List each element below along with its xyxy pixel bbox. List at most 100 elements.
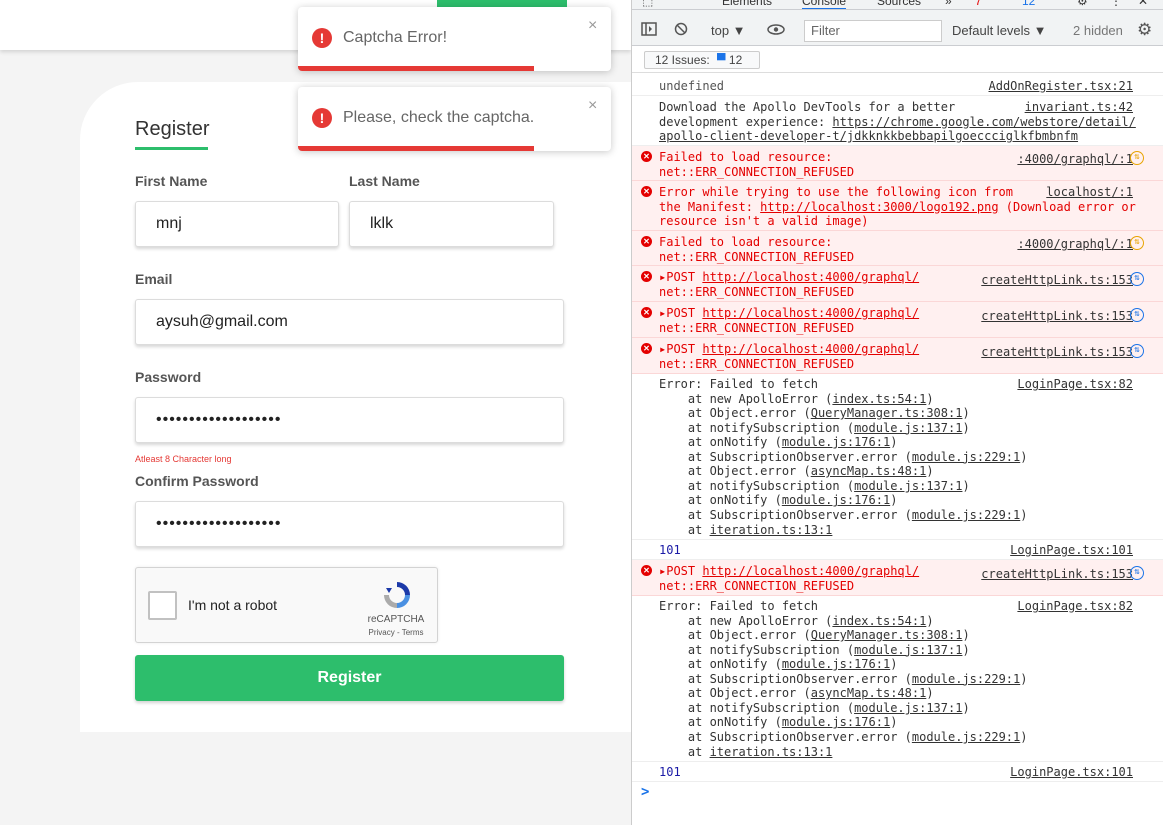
console-prompt-icon[interactable]: > (641, 784, 649, 800)
stack-frame-link[interactable]: module.js:176:1 (782, 435, 890, 449)
source-link[interactable]: :4000/graphql/:1 (1017, 237, 1133, 252)
error-icon: ! (312, 108, 332, 128)
toast-check-captcha: ! Please, check the captcha. × (298, 87, 611, 151)
error-count-badge[interactable]: 7 (975, 0, 982, 8)
source-link[interactable]: LoginPage.tsx:82 (1017, 599, 1133, 614)
close-icon[interactable]: × (588, 17, 597, 35)
source-link[interactable]: LoginPage.tsx:82 (1017, 377, 1133, 392)
confirm-password-input[interactable]: ••••••••••••••••••• (135, 501, 564, 547)
stack-frame: at Object.error (asyncMap.ts:48:1) (659, 464, 934, 479)
sidebar-toggle-icon[interactable] (641, 22, 657, 36)
source-link[interactable]: invariant.ts:42 (1025, 100, 1133, 115)
stack-frame-link[interactable]: module.js:176:1 (782, 715, 890, 729)
source-link[interactable]: createHttpLink.ts:153 (981, 309, 1133, 324)
stack-frame-link[interactable]: module.js:229:1 (912, 730, 1020, 744)
message-text: Error while trying to use the following … (659, 185, 1014, 199)
message-text: net::ERR_CONNECTION_REFUSED (659, 320, 855, 335)
network-icon[interactable]: ⇅ (1130, 308, 1144, 322)
stack-frame-link[interactable]: index.ts:54:1 (832, 392, 926, 406)
stack-frame-link[interactable]: QueryManager.ts:308:1 (811, 628, 963, 642)
toast-progress-bar (298, 146, 534, 151)
stack-frame-link[interactable]: module.js:137:1 (854, 479, 962, 493)
source-link[interactable]: createHttpLink.ts:153 (981, 345, 1133, 360)
recaptcha-label: I'm not a robot (188, 597, 278, 613)
source-link[interactable]: LoginPage.tsx:101 (1010, 765, 1133, 780)
recaptcha-terms-link[interactable]: Privacy - Terms (356, 628, 436, 637)
close-devtools-icon[interactable]: ✕ (1138, 0, 1148, 8)
tab-elements[interactable]: Elements (722, 0, 772, 8)
toast-message: Captcha Error! (343, 29, 448, 46)
source-link[interactable]: createHttpLink.ts:153 (981, 273, 1133, 288)
message-link[interactable]: http://localhost:4000/graphql/ (702, 306, 919, 320)
stack-frame-link[interactable]: module.js:176:1 (782, 493, 890, 507)
hidden-count: 2 hidden (1073, 23, 1123, 38)
stack-frame-link[interactable]: module.js:229:1 (912, 672, 1020, 686)
source-link[interactable]: LoginPage.tsx:101 (1010, 543, 1133, 558)
recaptcha-checkbox[interactable] (148, 591, 177, 620)
network-icon[interactable]: ⇅ (1130, 566, 1144, 580)
console-message: 101 LoginPage.tsx:101 (632, 762, 1163, 782)
issues-button[interactable]: 12 Issues: ▀ 12 (644, 51, 760, 69)
network-icon[interactable]: ⇅ (1130, 344, 1144, 358)
source-link[interactable]: :4000/graphql/:1 (1017, 152, 1133, 167)
console-settings-icon[interactable]: ⚙ (1137, 20, 1152, 40)
issues-label: 12 Issues: (655, 53, 710, 67)
stack-frame-link[interactable]: QueryManager.ts:308:1 (811, 406, 963, 420)
header-green-button[interactable] (437, 0, 567, 7)
stack-frame-link[interactable]: iteration.ts:13:1 (710, 745, 833, 759)
network-icon[interactable]: ⇅ (1130, 272, 1144, 286)
tab-sources[interactable]: Sources (877, 0, 921, 8)
eye-icon[interactable] (767, 24, 785, 35)
message-link[interactable]: https://chrome.google.com/webstore/detai… (832, 115, 1135, 129)
stack-frame-link[interactable]: module.js:137:1 (854, 643, 962, 657)
log-levels-dropdown[interactable]: Default levels ▼ (952, 23, 1047, 38)
stack-frame-link[interactable]: iteration.ts:13:1 (710, 523, 833, 537)
kebab-menu-icon[interactable]: ⋮ (1110, 0, 1122, 8)
message-link[interactable]: http://localhost:4000/graphql/ (702, 270, 919, 284)
stack-frame-link[interactable]: module.js:229:1 (912, 450, 1020, 464)
message-text: resource isn't a valid image) (659, 214, 869, 228)
source-link[interactable]: createHttpLink.ts:153 (981, 567, 1133, 582)
last-name-input[interactable]: lklk (349, 201, 554, 247)
stack-frame: at SubscriptionObserver.error (module.js… (659, 508, 1028, 522)
console-filter-input[interactable]: Filter (804, 20, 942, 42)
stack-frame-link[interactable]: asyncMap.ts:48:1 (811, 686, 927, 700)
stack-frame-link[interactable]: module.js:137:1 (854, 421, 962, 435)
message-link[interactable]: apollo-client-developer-t/jdkknkkbebbapi… (659, 129, 1078, 144)
register-button[interactable]: Register (135, 655, 564, 701)
stack-frame-link[interactable]: index.ts:54:1 (832, 614, 926, 628)
message-text: net::ERR_CONNECTION_REFUSED (659, 284, 855, 299)
message-text: POST (666, 564, 703, 578)
stack-frame-link[interactable]: module.js:137:1 (854, 701, 962, 715)
message-count-badge[interactable]: 12 (1022, 0, 1035, 8)
close-icon[interactable]: × (588, 97, 597, 115)
devtools-panel: ⬚ Elements Console Sources » 7 12 ⚙ ⋮ ✕ … (631, 0, 1163, 825)
clear-console-icon[interactable] (674, 22, 688, 36)
stack-frame-link[interactable]: module.js:176:1 (782, 657, 890, 671)
source-link[interactable]: AddOnRegister.tsx:21 (989, 79, 1134, 94)
message-link[interactable]: http://localhost:4000/graphql/ (702, 564, 919, 578)
error-stack-trace: Error: Failed to fetch LoginPage.tsx:82 … (632, 374, 1163, 540)
stack-frame: at onNotify (module.js:176:1) (659, 657, 898, 672)
inspect-icon[interactable]: ⬚ (642, 0, 653, 8)
message-text: Download the Apollo DevTools for a bette… (659, 100, 956, 114)
message-link[interactable]: http://localhost:4000/graphql/ (702, 342, 919, 356)
stack-frame: at onNotify (module.js:176:1) (659, 435, 898, 450)
first-name-input[interactable]: mnj (135, 201, 339, 247)
message-link[interactable]: http://localhost:3000/logo192.png (760, 200, 998, 214)
network-icon[interactable]: ⇅ (1130, 236, 1144, 250)
source-link[interactable]: localhost/:1 (1046, 185, 1133, 200)
email-input[interactable]: aysuh@gmail.com (135, 299, 564, 345)
tab-more[interactable]: » (945, 0, 952, 8)
stack-frame-link[interactable]: module.js:229:1 (912, 508, 1020, 522)
last-name-label: Last Name (349, 173, 420, 189)
stack-frame: at SubscriptionObserver.error (module.js… (659, 671, 1028, 686)
tab-console[interactable]: Console (802, 0, 847, 9)
title-underline (135, 147, 208, 150)
network-icon[interactable]: ⇅ (1130, 151, 1144, 165)
gear-icon[interactable]: ⚙ (1077, 0, 1088, 8)
toast-captcha-error: ! Captcha Error! × (298, 7, 611, 71)
password-input[interactable]: ••••••••••••••••••• (135, 397, 564, 443)
context-selector[interactable]: top ▼ (711, 23, 746, 38)
stack-frame-link[interactable]: asyncMap.ts:48:1 (811, 464, 927, 478)
